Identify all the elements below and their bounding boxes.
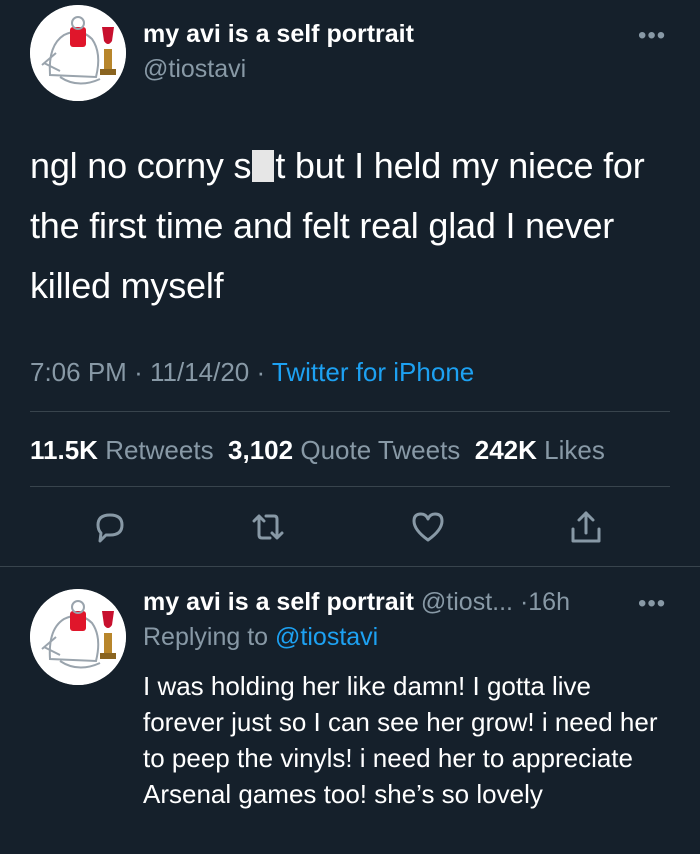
replying-to: Replying to @tiostavi bbox=[143, 623, 378, 652]
divider bbox=[30, 411, 670, 412]
reply-header: my avi is a self portrait @tiost... ·16h bbox=[143, 588, 570, 617]
like-icon[interactable] bbox=[408, 507, 448, 547]
display-name[interactable]: my avi is a self portrait bbox=[143, 20, 414, 49]
retweets-label: Retweets bbox=[105, 435, 214, 465]
replying-to-handle[interactable]: @tiostavi bbox=[275, 623, 378, 651]
more-options-icon[interactable]: ••• bbox=[638, 22, 666, 50]
reply-age[interactable]: 16h bbox=[528, 588, 570, 616]
tweet-time: 7:06 PM bbox=[30, 357, 127, 387]
avatar-sketch-image bbox=[30, 5, 126, 101]
reply-handle[interactable]: @tiost... bbox=[421, 588, 513, 616]
tweet-source-link[interactable]: Twitter for iPhone bbox=[272, 357, 474, 387]
meta-separator: · bbox=[134, 357, 143, 387]
reply-display-name[interactable]: my avi is a self portrait bbox=[143, 588, 414, 616]
likes-stat[interactable]: 242K Likes bbox=[475, 435, 605, 465]
avatar-sketch-image bbox=[30, 589, 126, 685]
retweets-count: 11.5K bbox=[30, 435, 98, 465]
tweet-stats: 11.5K Retweets 3,102 Quote Tweets 242K L… bbox=[30, 435, 605, 466]
likes-count: 242K bbox=[474, 435, 537, 465]
reply-icon[interactable] bbox=[90, 507, 130, 547]
handle[interactable]: @tiostavi bbox=[143, 55, 246, 84]
quote-tweets-stat[interactable]: 3,102 Quote Tweets bbox=[228, 435, 460, 465]
meta-separator: · bbox=[256, 357, 266, 387]
share-icon[interactable] bbox=[566, 507, 606, 547]
redaction-box bbox=[252, 150, 275, 182]
tweet-meta: 7:06 PM · 11/14/20 · Twitter for iPhone bbox=[30, 357, 474, 388]
section-divider bbox=[0, 566, 700, 567]
tweet-text: ngl no corny st but I held my niece for … bbox=[30, 136, 670, 316]
avatar[interactable] bbox=[30, 5, 126, 101]
retweets-stat[interactable]: 11.5K Retweets bbox=[30, 435, 214, 465]
quote-label: Quote Tweets bbox=[300, 435, 461, 465]
tweet-date[interactable]: 11/14/20 bbox=[150, 357, 249, 387]
likes-label: Likes bbox=[544, 435, 605, 465]
reply-more-options-icon[interactable]: ••• bbox=[638, 590, 666, 618]
reply-avatar[interactable] bbox=[30, 589, 126, 685]
quote-count: 3,102 bbox=[228, 435, 294, 465]
reply-text: I was holding her like damn! I gotta liv… bbox=[143, 671, 658, 809]
divider bbox=[30, 486, 670, 487]
replying-to-label: Replying to bbox=[143, 623, 269, 651]
retweet-icon[interactable] bbox=[248, 507, 288, 547]
tweet-text-part-1: ngl no corny s bbox=[30, 145, 252, 186]
